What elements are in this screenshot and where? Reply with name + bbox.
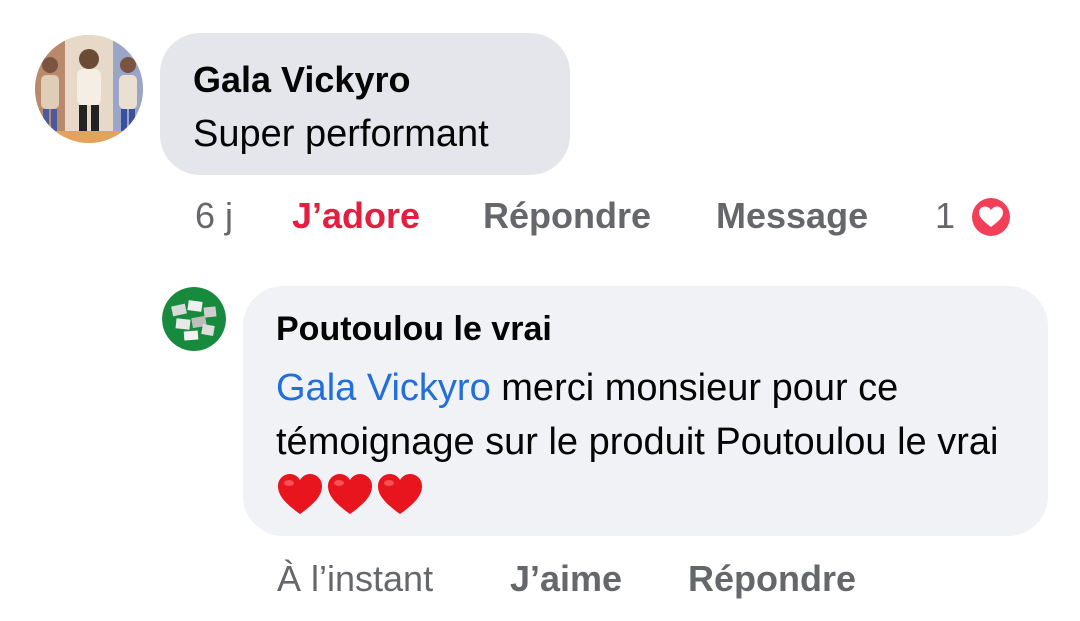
reply-button[interactable]: Répondre	[688, 558, 856, 600]
heart-emoji-icon	[328, 474, 372, 514]
mention-link[interactable]: Gala Vickyro	[276, 367, 491, 409]
comment-text: Super performant	[193, 113, 489, 155]
comment-author[interactable]: Gala Vickyro	[193, 59, 410, 101]
comment-timestamp[interactable]: 6 j	[195, 195, 233, 239]
like-button[interactable]: J’adore	[292, 195, 420, 239]
comment-bubble: Gala Vickyro Super performant	[160, 33, 570, 175]
reply-text: Gala Vickyro merci monsieur pour ce témo…	[276, 361, 1016, 531]
avatar[interactable]	[35, 35, 143, 143]
heart-emojis	[276, 472, 426, 531]
like-button[interactable]: J’aime	[510, 558, 622, 600]
avatar[interactable]	[162, 287, 226, 351]
reply-timestamp[interactable]: À l’instant	[277, 558, 433, 600]
message-button[interactable]: Message	[716, 195, 868, 239]
heart-icon[interactable]	[968, 194, 1014, 240]
reply-author[interactable]: Poutoulou le vrai	[276, 310, 552, 349]
heart-emoji-icon	[378, 474, 422, 514]
heart-emoji-icon	[278, 474, 322, 514]
comment-thread: Gala Vickyro Super performant 6 j J’ador…	[0, 0, 1080, 621]
reaction-count[interactable]: 1	[935, 195, 955, 237]
reply-bubble: Poutoulou le vrai Gala Vickyro merci mon…	[243, 286, 1048, 536]
reply-button[interactable]: Répondre	[483, 195, 651, 239]
